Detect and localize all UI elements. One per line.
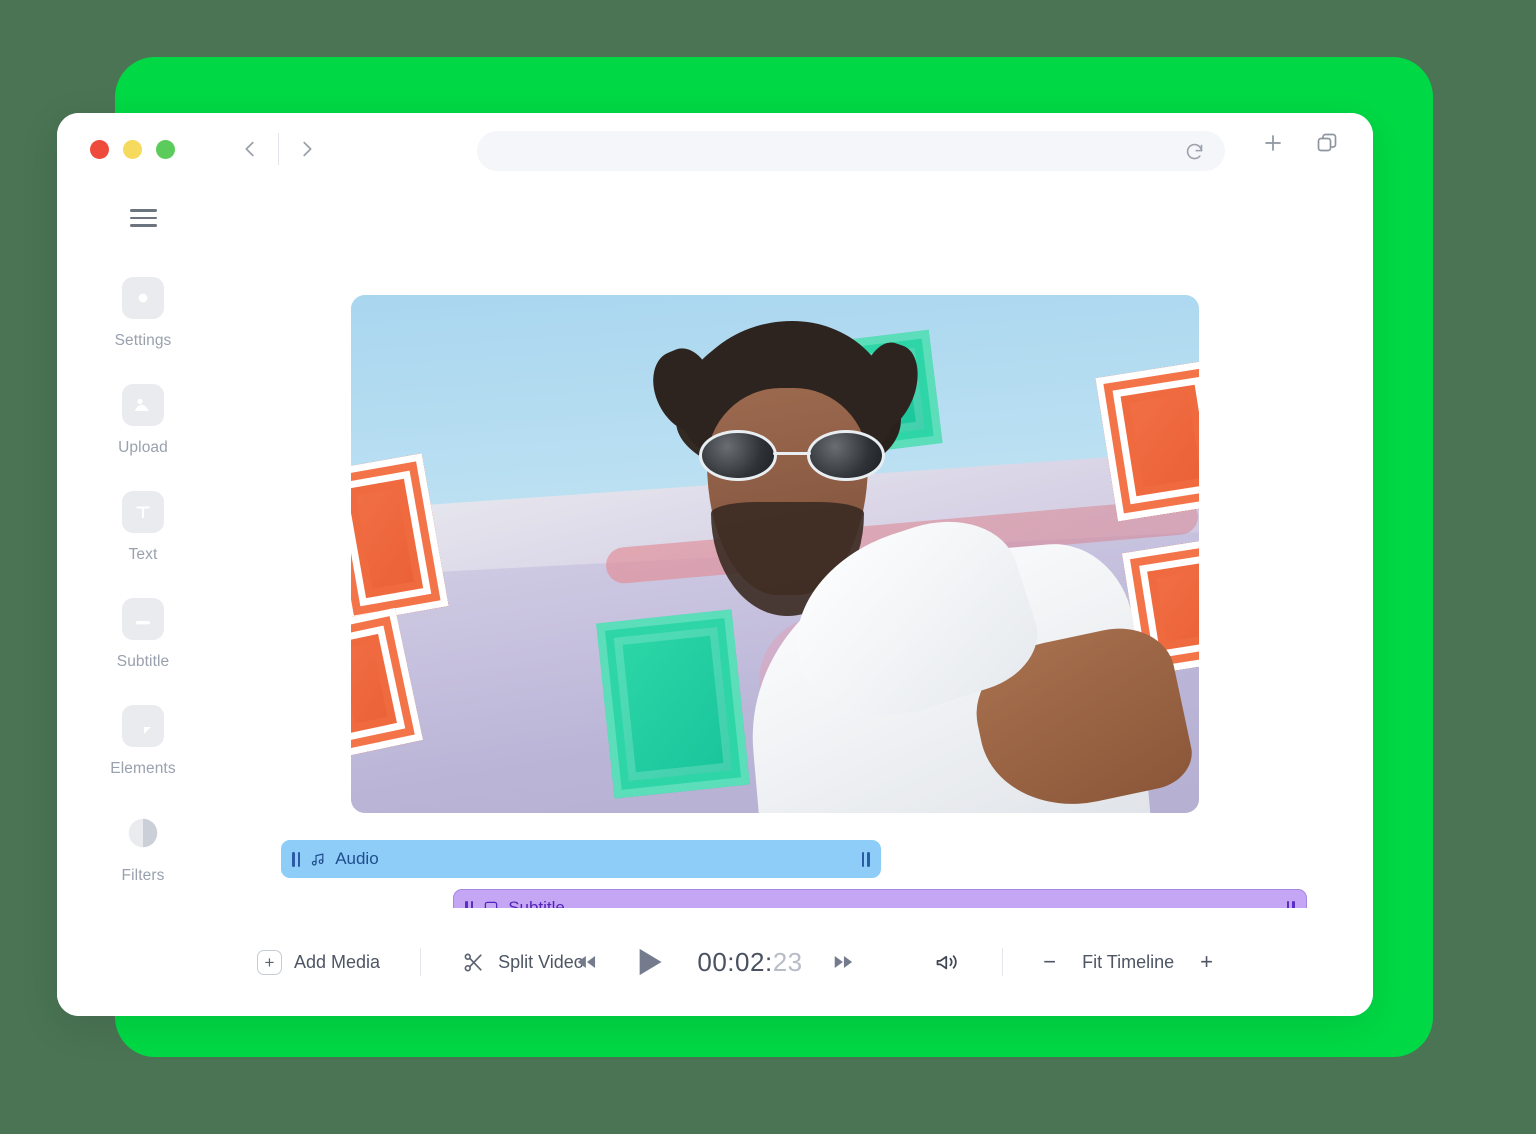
audio-track-label-group: Audio [309, 849, 379, 869]
toolbar-right-group: − Fit Timeline + [934, 948, 1213, 976]
nav-divider [278, 133, 279, 165]
timecode-frames: 23 [772, 946, 803, 977]
zoom-in-button[interactable]: + [1200, 949, 1213, 975]
music-note-icon [312, 853, 324, 866]
player-toolbar: + Add Media Split Video 00:02:23 − Fit T… [57, 908, 1373, 1016]
rewind-icon[interactable] [573, 949, 599, 975]
browser-window: Settings Upload Text Subtitle Elements F… [57, 113, 1373, 1016]
toolbar-divider [420, 948, 422, 976]
zoom-out-button[interactable]: − [1043, 949, 1056, 975]
audio-left-handle[interactable] [292, 851, 301, 867]
audio-right-handle[interactable] [861, 851, 870, 867]
back-button[interactable] [233, 132, 267, 166]
browser-chrome [57, 113, 1373, 185]
split-video-button[interactable]: Split Video [461, 950, 584, 975]
address-bar[interactable] [477, 131, 1225, 171]
new-tab-icon[interactable] [1261, 131, 1285, 155]
split-video-label: Split Video [498, 951, 584, 972]
reload-icon[interactable] [1184, 141, 1205, 162]
fast-forward-icon[interactable] [831, 949, 857, 975]
timeline: Audio Subtitle [57, 185, 1373, 1016]
play-button[interactable] [627, 941, 669, 983]
forward-button[interactable] [290, 132, 324, 166]
add-media-label: Add Media [294, 951, 381, 972]
add-media-button[interactable]: + Add Media [257, 949, 381, 975]
chrome-right-actions [1261, 131, 1339, 155]
track-label: Audio [335, 849, 379, 868]
timecode-display: 00:02:23 [697, 947, 802, 978]
close-window-button[interactable] [90, 139, 109, 159]
plus-box-icon: + [257, 949, 282, 975]
scissors-icon [461, 950, 486, 975]
timecode-main: 00:02: [697, 946, 773, 977]
fit-timeline-label[interactable]: Fit Timeline [1082, 952, 1174, 973]
navigation-buttons [233, 132, 324, 166]
toolbar-left-group: + Add Media Split Video [257, 948, 584, 976]
app-body: Settings Upload Text Subtitle Elements F… [57, 185, 1373, 1016]
playback-controls: 00:02:23 [573, 941, 856, 983]
volume-icon[interactable] [934, 948, 962, 976]
traffic-light-buttons [90, 139, 175, 159]
zoom-controls: − Fit Timeline + [1043, 949, 1213, 975]
toolbar-divider [1002, 948, 1004, 976]
maximize-window-button[interactable] [156, 139, 175, 159]
timeline-track-audio[interactable]: Audio [281, 840, 881, 878]
copy-tabs-icon[interactable] [1315, 131, 1339, 155]
minimize-window-button[interactable] [123, 139, 142, 159]
screenshot-stage: Settings Upload Text Subtitle Elements F… [0, 0, 1536, 1134]
